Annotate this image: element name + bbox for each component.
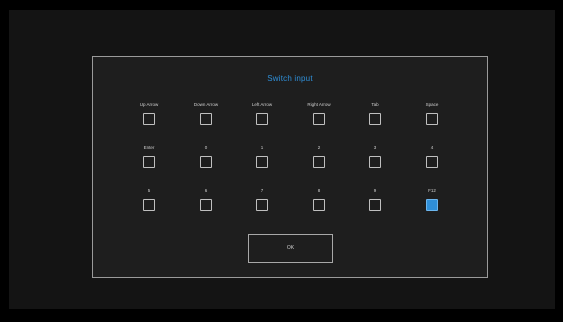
key-option-down-arrow[interactable]: Down Arrow — [178, 102, 234, 125]
key-label: Down Arrow — [193, 102, 219, 107]
key-checkbox[interactable] — [143, 199, 155, 211]
key-checkbox[interactable] — [313, 199, 325, 211]
key-label: 0 — [204, 145, 208, 150]
key-option-enter[interactable]: Enter — [121, 145, 177, 168]
key-checkbox[interactable] — [256, 199, 268, 211]
key-option-9[interactable]: 9 — [347, 188, 403, 211]
key-option-0[interactable]: 0 — [178, 145, 234, 168]
key-checkbox[interactable] — [256, 113, 268, 125]
key-option-6[interactable]: 6 — [178, 188, 234, 211]
key-label: Space — [425, 102, 439, 107]
key-option-8[interactable]: 8 — [291, 188, 347, 211]
key-option-1[interactable]: 1 — [234, 145, 290, 168]
screen: Switch input Up Arrow Down Arrow Left Ar… — [0, 0, 563, 322]
key-label: Enter — [143, 145, 155, 150]
key-label: Tab — [371, 102, 379, 107]
key-option-f12[interactable]: F12 — [404, 188, 460, 211]
key-label: 6 — [204, 188, 208, 193]
key-label: 4 — [430, 145, 434, 150]
key-label: 8 — [317, 188, 321, 193]
key-checkbox[interactable] — [426, 113, 438, 125]
key-checkbox[interactable] — [369, 199, 381, 211]
key-option-right-arrow[interactable]: Right Arrow — [291, 102, 347, 125]
key-checkbox[interactable] — [313, 156, 325, 168]
key-option-left-arrow[interactable]: Left Arrow — [234, 102, 290, 125]
key-label: 3 — [373, 145, 377, 150]
key-option-7[interactable]: 7 — [234, 188, 290, 211]
key-option-4[interactable]: 4 — [404, 145, 460, 168]
key-checkbox[interactable] — [200, 113, 212, 125]
key-checkbox[interactable] — [426, 199, 438, 211]
key-checkbox[interactable] — [369, 156, 381, 168]
key-label: F12 — [428, 188, 436, 193]
key-checkbox[interactable] — [143, 113, 155, 125]
key-label: 2 — [317, 145, 321, 150]
key-label: 9 — [373, 188, 377, 193]
key-label: Right Arrow — [307, 102, 331, 107]
key-option-space[interactable]: Space — [404, 102, 460, 125]
key-checkbox[interactable] — [200, 199, 212, 211]
key-checkbox[interactable] — [426, 156, 438, 168]
key-option-5[interactable]: 5 — [121, 188, 177, 211]
key-checkbox[interactable] — [313, 113, 325, 125]
key-label: 7 — [260, 188, 264, 193]
key-label: Left Arrow — [251, 102, 273, 107]
key-option-tab[interactable]: Tab — [347, 102, 403, 125]
switch-input-dialog: Switch input Up Arrow Down Arrow Left Ar… — [92, 56, 488, 278]
key-label: 5 — [147, 188, 151, 193]
key-checkbox[interactable] — [200, 156, 212, 168]
dialog-title: Switch input — [267, 74, 313, 83]
key-label: 1 — [260, 145, 264, 150]
key-label: Up Arrow — [139, 102, 159, 107]
key-checkbox[interactable] — [369, 113, 381, 125]
key-checkbox[interactable] — [143, 156, 155, 168]
key-checkbox[interactable] — [256, 156, 268, 168]
key-option-up-arrow[interactable]: Up Arrow — [121, 102, 177, 125]
key-option-3[interactable]: 3 — [347, 145, 403, 168]
ok-button[interactable]: OK — [248, 234, 333, 263]
key-option-2[interactable]: 2 — [291, 145, 347, 168]
